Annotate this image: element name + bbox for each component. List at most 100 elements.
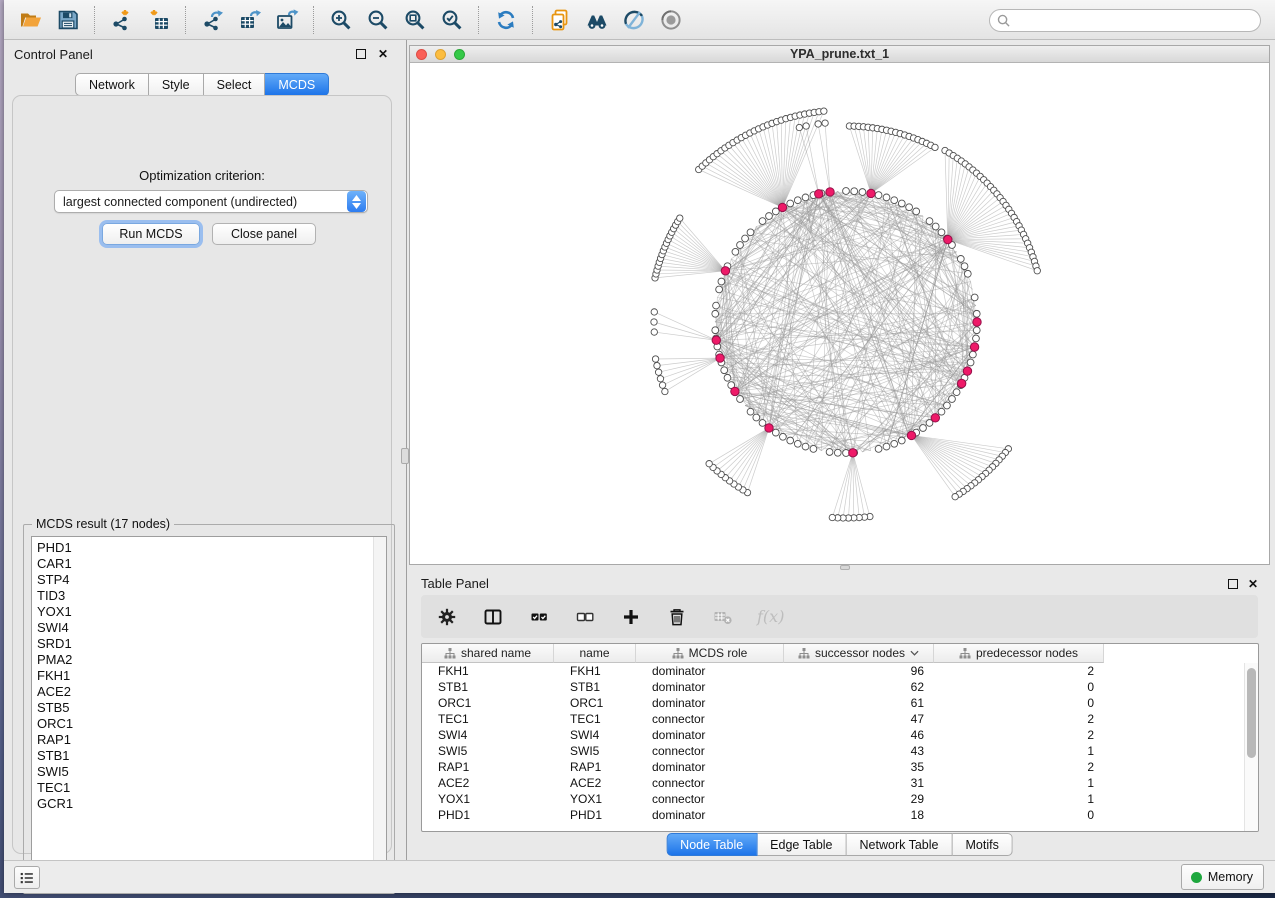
list-item[interactable]: TID3 [37,588,386,604]
table-row[interactable]: SWI4SWI4dominator462 [422,727,1244,743]
tab-edge-table[interactable]: Edge Table [757,833,846,856]
memory-button[interactable]: Memory [1181,864,1264,890]
network-graph[interactable] [410,63,1271,566]
tab-network-table[interactable]: Network Table [847,833,953,856]
cell-MCDS-role: connector [636,712,784,726]
search-input[interactable] [1015,14,1253,28]
list-item[interactable]: SRD1 [37,636,386,652]
table-row[interactable]: ORC1ORC1dominator610 [422,695,1244,711]
list-item[interactable]: STB1 [37,748,386,764]
select-all-button[interactable] [527,605,551,629]
delete-button[interactable] [665,605,689,629]
close-panel-button[interactable]: Close panel [212,223,316,245]
list-item[interactable]: CAR1 [37,556,386,572]
table-row[interactable]: SWI5SWI5connector431 [422,743,1244,759]
column-header-successor-nodes[interactable]: successor nodes [784,644,934,663]
main-toolbar [4,0,1275,40]
splitter-grip[interactable] [401,448,409,464]
open-session-button[interactable] [12,4,49,36]
function-builder-icon: f(x) [757,607,784,626]
table-row[interactable]: FKH1FKH1dominator962 [422,663,1244,679]
zoom-in-button[interactable] [322,4,359,36]
clear-selection-icon [575,607,595,627]
list-item[interactable]: YOX1 [37,604,386,620]
tab-network[interactable]: Network [75,73,149,96]
list-item[interactable]: PMA2 [37,652,386,668]
table-row[interactable]: RAP1RAP1dominator352 [422,759,1244,775]
run-mcds-button[interactable]: Run MCDS [102,223,200,245]
tab-style[interactable]: Style [149,73,204,96]
list-item[interactable]: PHD1 [37,540,386,556]
zoom-fit-button[interactable] [396,4,433,36]
float-icon[interactable] [354,47,368,61]
control-panel-header: Control Panel ✕ [4,40,400,66]
column-header-predecessor-nodes[interactable]: predecessor nodes [934,644,1104,663]
search-field[interactable] [989,9,1261,32]
column-header-name[interactable]: name [554,644,636,663]
export-network-button[interactable] [194,4,231,36]
cell-MCDS-role: connector [636,744,784,758]
column-header-shared-name[interactable]: shared name [422,644,554,663]
list-item[interactable]: STP4 [37,572,386,588]
save-session-button[interactable] [49,4,86,36]
network-window-title: YPA_prune.txt_1 [410,47,1269,61]
clear-selection-button[interactable] [573,605,597,629]
list-item[interactable]: ACE2 [37,684,386,700]
add-row-button[interactable] [619,605,643,629]
cell-successor-nodes: 46 [784,728,934,742]
list-item[interactable]: TEC1 [37,780,386,796]
table-row[interactable]: PHD1PHD1dominator180 [422,807,1244,823]
tab-motifs[interactable]: Motifs [952,833,1012,856]
list-item[interactable]: SWI4 [37,620,386,636]
vertical-splitter[interactable] [400,40,409,860]
cell-name: SWI5 [554,744,636,758]
list-scrollbar[interactable] [373,537,386,886]
list-item[interactable]: STB5 [37,700,386,716]
import-table-button[interactable] [140,4,177,36]
status-bar: Memory [4,860,1275,893]
refresh-button[interactable] [487,4,524,36]
table-scrollbar[interactable] [1244,663,1258,831]
mcds-result-list[interactable]: PHD1CAR1STP4TID3YOX1SWI4SRD1PMA2FKH1ACE2… [31,536,387,887]
export-table-button[interactable] [231,4,268,36]
table-row[interactable]: STB1STB1dominator620 [422,679,1244,695]
columns-button[interactable] [481,605,505,629]
zoom-selected-button[interactable] [433,4,470,36]
table-toolbar: f(x) [421,595,1258,638]
task-history-button[interactable] [14,866,40,889]
cell-shared-name: SWI4 [422,728,554,742]
toolbar-separator [532,6,533,34]
table-row[interactable]: YOX1YOX1connector291 [422,791,1244,807]
network-canvas[interactable] [410,63,1269,564]
duplicate-network-button[interactable] [541,4,578,36]
list-item[interactable]: FKH1 [37,668,386,684]
optimization-criterion-dropdown[interactable]: largest connected component (undirected) [54,190,368,213]
close-icon[interactable]: ✕ [1246,577,1260,591]
table-row[interactable]: ACE2ACE2connector311 [422,775,1244,791]
list-item[interactable]: SWI5 [37,764,386,780]
show-graphics-details-button[interactable] [652,4,689,36]
close-icon[interactable]: ✕ [376,47,390,61]
cell-shared-name: ORC1 [422,696,554,710]
cell-predecessor-nodes: 1 [934,744,1104,758]
cell-MCDS-role: dominator [636,696,784,710]
settings-button[interactable] [435,605,459,629]
list-item[interactable]: ORC1 [37,716,386,732]
cell-shared-name: TEC1 [422,712,554,726]
float-icon[interactable] [1226,577,1240,591]
list-item[interactable]: GCR1 [37,796,386,812]
table-row[interactable]: TEC1TEC1connector472 [422,711,1244,727]
scrollbar-thumb[interactable] [1247,668,1256,758]
tab-select[interactable]: Select [204,73,266,96]
column-header-MCDS-role[interactable]: MCDS role [636,644,784,663]
export-image-button[interactable] [268,4,305,36]
tab-node-table[interactable]: Node Table [666,833,757,856]
binoculars-button[interactable] [578,4,615,36]
duplicate-network-icon [548,8,572,32]
import-network-button[interactable] [103,4,140,36]
list-item[interactable]: RAP1 [37,732,386,748]
tab-mcds[interactable]: MCDS [265,73,329,96]
zoom-out-button[interactable] [359,4,396,36]
hide-graphics-details-button[interactable] [615,4,652,36]
cell-successor-nodes: 47 [784,712,934,726]
